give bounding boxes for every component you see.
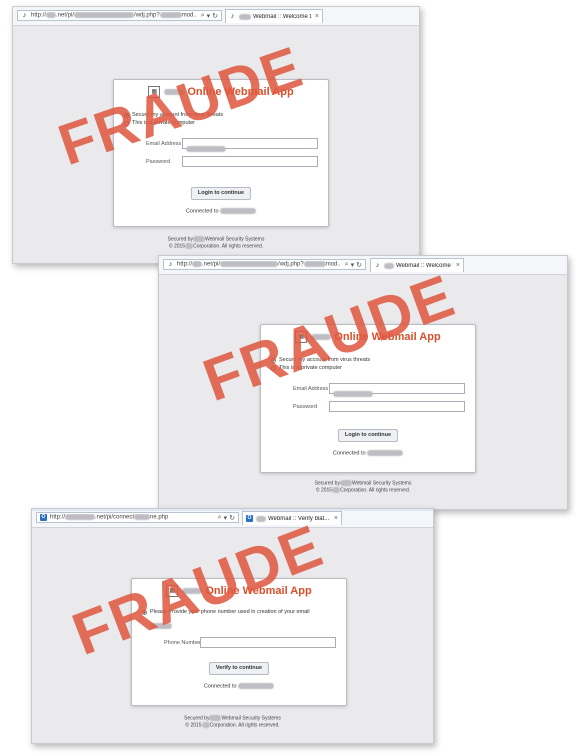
refresh-icon[interactable]: ↻ — [356, 261, 362, 269]
address-bar-url: http://.net/pi/connect ne.php — [50, 514, 169, 521]
close-tab-icon[interactable]: × — [315, 13, 319, 20]
close-tab-icon[interactable]: × — [456, 262, 460, 269]
connected-status: Connected to — [114, 208, 328, 214]
address-bar[interactable]: ♪ http://.net/pi//wdj.php? mod.. ⌕ ▾ ↻ — [163, 259, 366, 270]
address-bar-url: http://.net/pi//wdj.php? mod.. — [31, 12, 197, 19]
note-icon: ♪ — [22, 12, 27, 19]
connected-status: Connected to — [261, 450, 475, 456]
refresh-icon[interactable]: ↻ — [212, 12, 218, 20]
browser-toolbar: ♪ http://.net/pi//wdj.php? mod.. ⌕ ▾ ↻ ♪ … — [159, 256, 567, 275]
login-button[interactable]: Login to continue — [337, 429, 399, 442]
browser-toolbar: ♪ http://.net/pi//wdj.php? mod.. ⌕ ▾ ↻ ♪ … — [13, 7, 419, 26]
search-icon[interactable]: ⌕ — [345, 261, 349, 269]
search-icon[interactable]: ⌕ — [201, 12, 205, 20]
page-footer: Secured by Webmail Security Systems © 201… — [314, 480, 412, 494]
connected-status: Connected to — [132, 683, 346, 689]
search-icon[interactable]: ⌕ — [218, 514, 222, 522]
phone-label: Phone Number — [164, 640, 201, 646]
outlook-icon: O — [246, 515, 253, 522]
page-footer: Secured by Webmail Security Systems © 201… — [167, 236, 265, 250]
note-icon: ♪ — [168, 261, 173, 268]
tab-title: Webmail :: Welcome t... — [253, 13, 312, 20]
refresh-icon[interactable]: ↻ — [229, 514, 235, 522]
phone-number-field[interactable] — [200, 637, 336, 648]
password-label: Password — [293, 404, 318, 410]
dropdown-icon[interactable]: ▾ — [351, 261, 355, 269]
email-field[interactable] — [329, 383, 465, 397]
outlook-icon: O — [40, 514, 47, 521]
phone-row: Phone Number — [142, 637, 336, 649]
page-footer: Secured by Webmail Security Systems © 201… — [184, 715, 281, 729]
dropdown-icon[interactable]: ▾ — [224, 514, 228, 522]
verify-button[interactable]: Verify to continue — [208, 662, 270, 675]
note-icon: ♪ — [230, 13, 235, 20]
close-tab-icon[interactable]: × — [334, 515, 338, 522]
dropdown-icon[interactable]: ▾ — [207, 12, 211, 20]
email-field[interactable] — [182, 138, 318, 152]
password-field[interactable] — [182, 156, 318, 167]
browser-toolbar: O http://.net/pi/connect ne.php ⌕ ▾ ↻ O W… — [32, 509, 433, 528]
note-icon: ♪ — [375, 262, 380, 269]
login-button[interactable]: Login to continue — [190, 187, 252, 200]
password-field[interactable] — [329, 401, 465, 412]
address-bar-url: http://.net/pi//wdj.php? mod.. — [177, 261, 341, 268]
password-label: Password — [146, 159, 171, 165]
email-label: Email Address — [293, 386, 329, 392]
address-bar[interactable]: O http://.net/pi/connect ne.php ⌕ ▾ ↻ — [36, 512, 239, 523]
password-row: Password — [271, 401, 465, 413]
browser-tab[interactable]: ♪ Webmail :: Welcome t... × — [225, 9, 323, 23]
address-bar[interactable]: ♪ http://.net/pi//wdj.php? mod.. ⌕ ▾ ↻ — [17, 10, 222, 21]
password-row: Password — [124, 156, 318, 168]
